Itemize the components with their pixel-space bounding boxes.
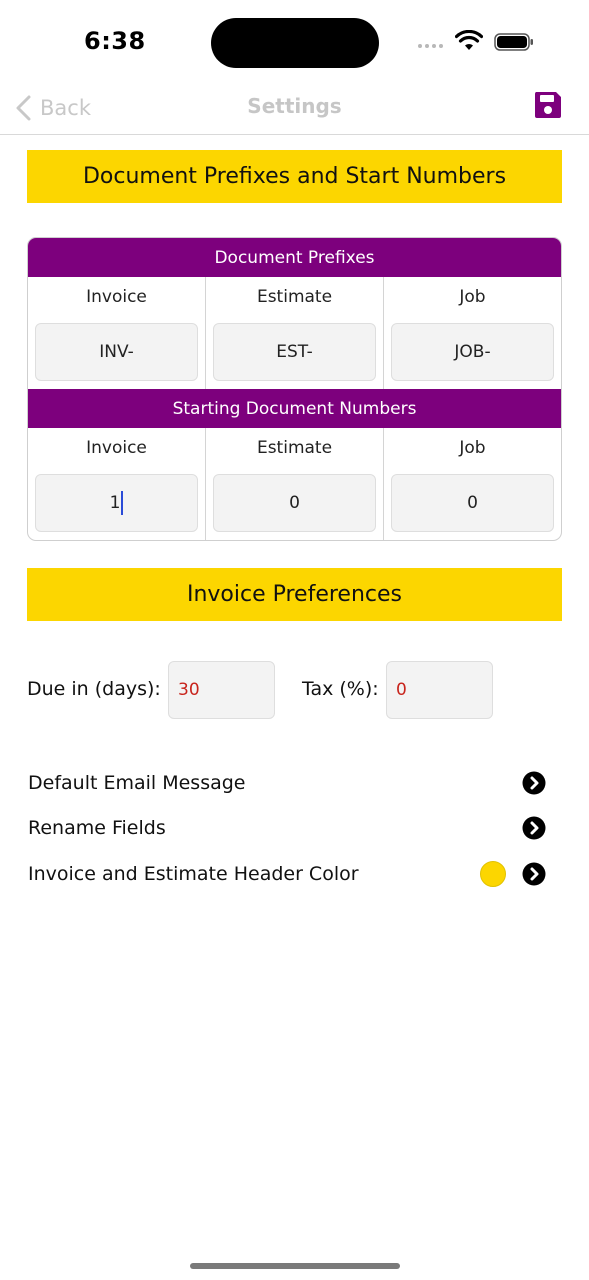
start-label-job: Job (459, 438, 486, 458)
text-cursor (121, 491, 124, 515)
header-color-item[interactable]: Invoice and Estimate Header Color (28, 856, 548, 892)
invoice-preferences-header: Invoice Preferences (27, 568, 562, 621)
job-prefix-input[interactable]: JOB- (391, 323, 554, 381)
prefixes-section-header: Document Prefixes and Start Numbers (27, 150, 562, 203)
page-title: Settings (247, 94, 342, 118)
invoice-start-number-input[interactable]: 1 (35, 474, 198, 532)
prefix-cell-estimate: Estimate EST- (206, 277, 384, 389)
rename-fields-label: Rename Fields (28, 817, 166, 839)
header-color-label: Invoice and Estimate Header Color (28, 863, 359, 885)
prefix-label-job: Job (459, 287, 486, 307)
start-label-invoice: Invoice (86, 438, 147, 458)
home-indicator[interactable] (190, 1263, 400, 1269)
document-prefixes-band: Document Prefixes (28, 238, 561, 277)
tax-input[interactable]: 0 (386, 661, 493, 719)
wifi-icon (455, 30, 483, 50)
default-email-message-item[interactable]: Default Email Message (28, 765, 548, 801)
job-start-number-input[interactable]: 0 (391, 474, 554, 532)
start-cell-invoice: Invoice 1 (28, 428, 206, 540)
chevron-right-circle-icon[interactable] (522, 771, 546, 795)
rename-fields-item[interactable]: Rename Fields (28, 810, 548, 846)
dynamic-island (211, 18, 379, 68)
invoice-prefix-input[interactable]: INV- (35, 323, 198, 381)
invoice-start-number-value: 1 (109, 493, 121, 513)
prefix-label-estimate: Estimate (256, 287, 333, 307)
default-email-message-label: Default Email Message (28, 772, 246, 794)
due-days-input[interactable]: 30 (168, 661, 275, 719)
chevron-right-circle-icon[interactable] (522, 816, 546, 840)
prefix-cell-job: Job JOB- (384, 277, 561, 389)
estimate-prefix-input[interactable]: EST- (213, 323, 376, 381)
tax-label: Tax (%): (302, 678, 379, 700)
prefixes-card: Document Prefixes Invoice INV- Estimate … (27, 237, 562, 541)
starting-numbers-band: Starting Document Numbers (28, 389, 561, 428)
start-number-row: Invoice 1 Estimate 0 Job 0 (28, 428, 561, 540)
due-days-label: Due in (days): (27, 678, 161, 700)
start-cell-estimate: Estimate 0 (206, 428, 384, 540)
estimate-start-number-input[interactable]: 0 (213, 474, 376, 532)
status-bar: 6:38 (0, 0, 589, 86)
status-time: 6:38 (84, 27, 146, 55)
chevron-right-circle-icon[interactable] (522, 862, 546, 886)
start-label-estimate: Estimate (256, 438, 333, 458)
prefix-label-invoice: Invoice (86, 287, 147, 307)
prefix-cell-invoice: Invoice INV- (28, 277, 206, 389)
cellular-signal-icon (418, 44, 443, 48)
navigation-bar: Back Settings (0, 86, 589, 135)
prefix-row: Invoice INV- Estimate EST- Job JOB- (28, 277, 561, 389)
floppy-disk-icon[interactable] (532, 89, 564, 121)
header-color-swatch[interactable] (480, 861, 506, 887)
start-cell-job: Job 0 (384, 428, 561, 540)
battery-icon (494, 33, 533, 51)
